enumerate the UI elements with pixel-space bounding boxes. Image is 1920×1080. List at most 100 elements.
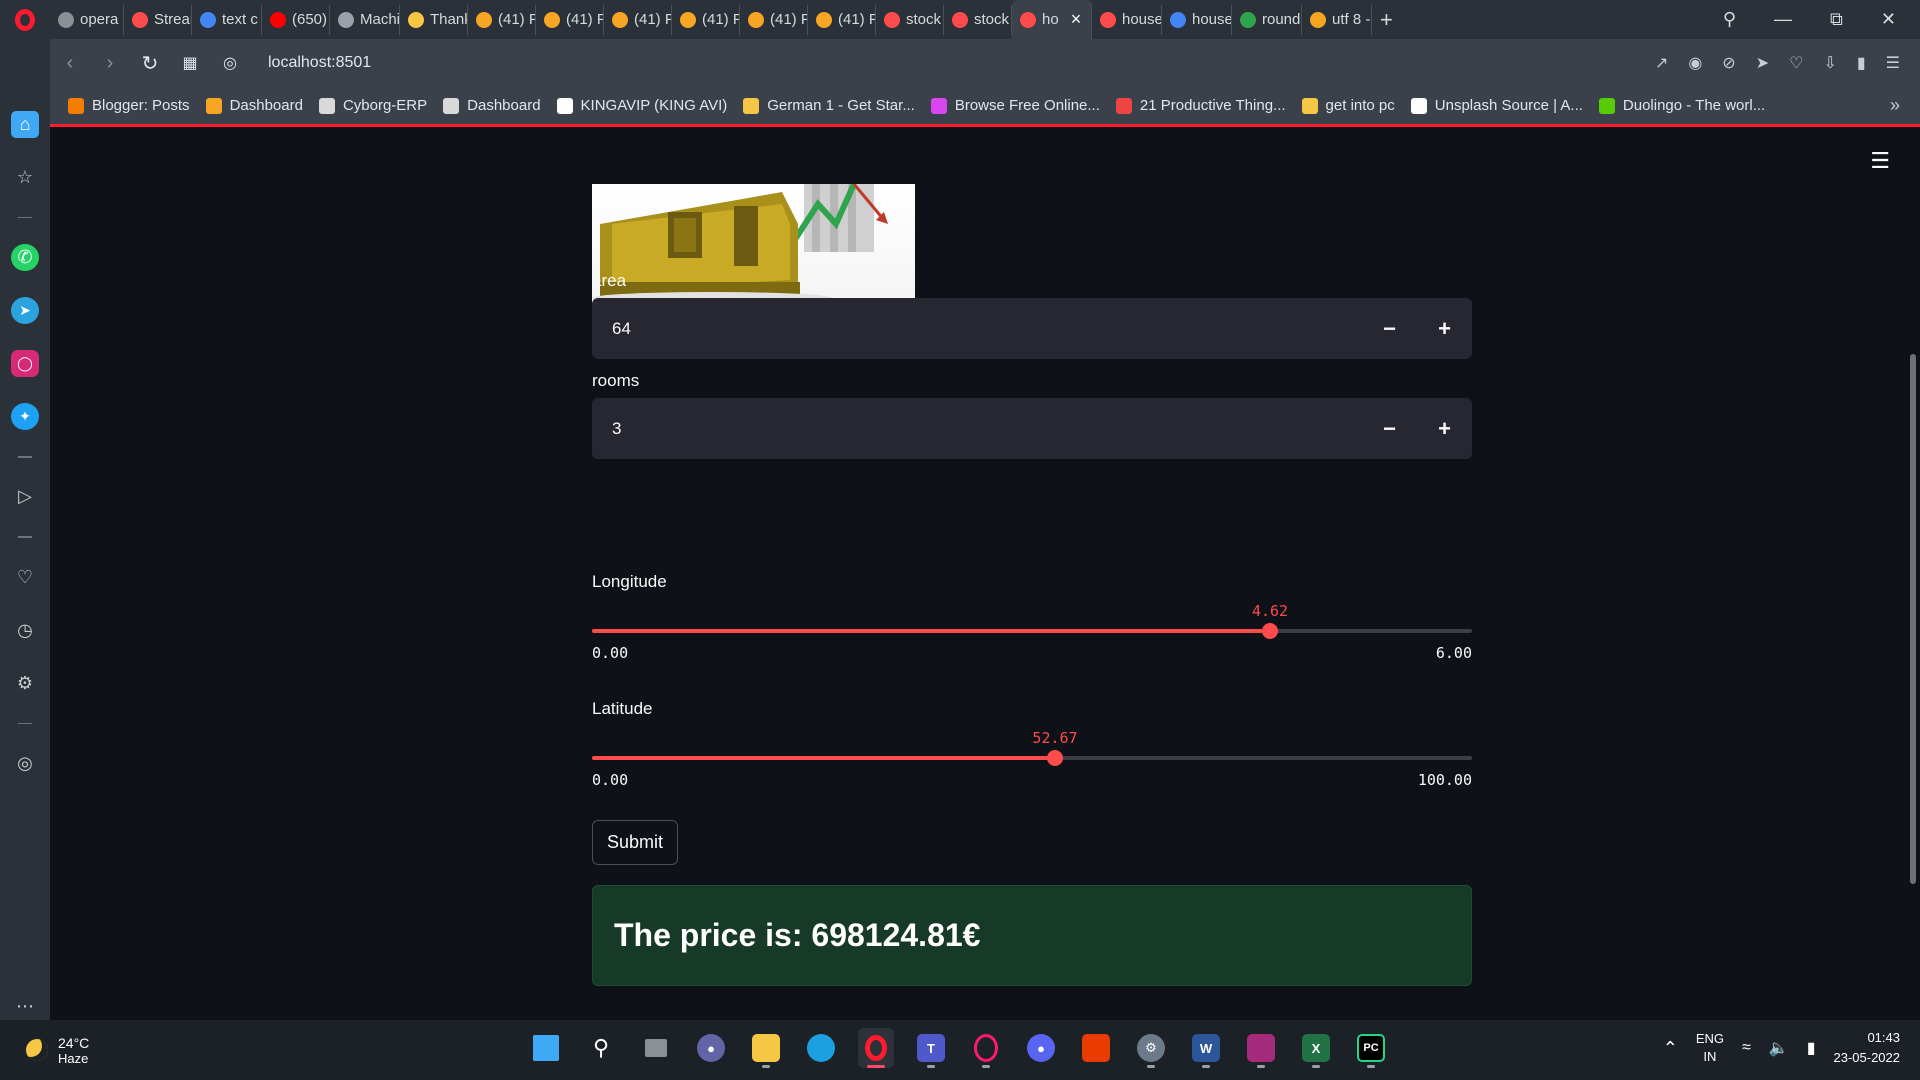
submit-button[interactable]: Submit (592, 820, 679, 865)
close-tab-icon[interactable]: × (1071, 9, 1082, 30)
tips-bulb-icon[interactable]: ◎ (11, 750, 39, 777)
battery-icon[interactable]: ▮ (1807, 1038, 1816, 1058)
browser-tab[interactable]: round (1232, 4, 1302, 35)
bookmark-item[interactable]: Cyborg-ERP (318, 97, 427, 114)
task-view-button[interactable] (638, 1028, 674, 1068)
browser-tab[interactable]: ho × (1012, 0, 1092, 39)
slider-thumb[interactable] (1047, 750, 1063, 766)
opera-menu-button[interactable] (0, 0, 50, 39)
bookmark-item[interactable]: German 1 - Get Star... (743, 97, 915, 114)
bookmark-item[interactable]: Dashboard (205, 97, 303, 114)
bookmark-item[interactable]: 21 Productive Thing... (1115, 97, 1286, 114)
search-button[interactable]: ⚲ (583, 1028, 619, 1068)
adblock-icon[interactable]: ⊘ (1722, 53, 1735, 73)
area-decrement-button[interactable]: − (1362, 298, 1417, 359)
browser-tab[interactable]: house (1092, 4, 1162, 35)
browser-tab[interactable]: stock (876, 4, 944, 35)
home-icon[interactable]: ⌂ (11, 111, 39, 138)
instagram-icon[interactable]: ◯ (11, 350, 39, 377)
area-input-value[interactable]: 64 (592, 319, 1362, 339)
twitter-icon[interactable]: ✦ (11, 402, 39, 430)
bookmarks-overflow-icon[interactable]: » (1890, 95, 1920, 116)
browser-tab[interactable]: (41) Fi (808, 4, 876, 35)
file-explorer-button[interactable] (748, 1028, 784, 1068)
bookmark-item[interactable]: Blogger: Posts (68, 97, 190, 114)
search-tabs-icon[interactable]: ⚲ (1723, 9, 1736, 30)
browser-tab[interactable]: text c (192, 4, 262, 35)
bookmark-item[interactable]: KINGAVIP (KING AVI) (556, 97, 727, 114)
new-tab-button[interactable]: + (1372, 5, 1402, 35)
volume-icon[interactable]: 🔈 (1769, 1038, 1789, 1058)
settings-button[interactable]: ⚙ (1133, 1028, 1169, 1068)
bookmark-item[interactable]: Dashboard (443, 97, 541, 114)
player-icon[interactable]: ▷ (11, 484, 39, 511)
browser-tab[interactable]: (41) Fi (740, 4, 808, 35)
download-icon[interactable]: ⇩ (1823, 53, 1836, 73)
whatsapp-icon[interactable]: ✆ (11, 244, 39, 272)
browser-tab[interactable]: (41) Fi (536, 4, 604, 35)
browser-tab[interactable]: (41) Fi (604, 4, 672, 35)
clock[interactable]: 01:43 23-05-2022 (1834, 1028, 1901, 1068)
browser-tab[interactable]: Machi (330, 4, 400, 35)
easy-setup-icon[interactable]: ☰ (1886, 53, 1900, 73)
teams-button[interactable]: T (913, 1028, 949, 1068)
wifi-icon[interactable]: ≈ (1742, 1039, 1751, 1057)
browser-tab[interactable]: (41) Fi (468, 4, 536, 35)
settings-gear-icon[interactable]: ⚙ (11, 670, 39, 697)
rooms-decrement-button[interactable]: − (1362, 398, 1417, 459)
edge-button[interactable] (803, 1028, 839, 1068)
rooms-input-value[interactable]: 3 (592, 419, 1362, 439)
area-increment-button[interactable]: + (1417, 298, 1472, 359)
start-button[interactable] (528, 1028, 564, 1068)
history-clock-icon[interactable]: ◷ (11, 617, 39, 644)
app-menu-icon[interactable]: ☰ (1870, 148, 1890, 174)
back-button[interactable]: ‹ (50, 52, 90, 75)
browser-tab[interactable]: utf 8 - (1302, 4, 1372, 35)
office-button[interactable] (1078, 1028, 1114, 1068)
more-dots-icon[interactable]: ⋯ (11, 993, 39, 1020)
bookmark-item[interactable]: Unsplash Source | A... (1410, 97, 1583, 114)
tab-grid-icon[interactable]: ▦ (170, 53, 210, 73)
browser-tab[interactable]: opera (50, 4, 124, 35)
browser-tab[interactable]: stock (944, 4, 1012, 35)
winrar-button[interactable] (1243, 1028, 1279, 1068)
browser-tab[interactable]: Thank (400, 4, 468, 35)
heart-icon[interactable]: ♡ (1789, 53, 1803, 73)
word-button[interactable]: W (1188, 1028, 1224, 1068)
tab-title: house (1192, 11, 1232, 28)
share-icon[interactable]: ↗ (1655, 53, 1668, 73)
longitude-slider[interactable]: 4.62 0.00 6.00 (592, 602, 1472, 682)
favorites-heart-icon[interactable]: ♡ (11, 564, 39, 591)
language-indicator[interactable]: ENG IN (1696, 1030, 1724, 1066)
speed-dial-star-icon[interactable]: ☆ (11, 164, 39, 191)
opera-gx-button[interactable] (968, 1028, 1004, 1068)
chat-button[interactable]: ● (693, 1028, 729, 1068)
send-icon[interactable]: ➤ (1756, 53, 1769, 73)
browser-tab[interactable]: house (1162, 4, 1232, 35)
browser-tab[interactable]: Strean (124, 4, 192, 35)
pycharm-button[interactable]: PC (1353, 1028, 1389, 1068)
page-scrollbar[interactable] (1910, 354, 1916, 884)
restore-button[interactable]: ⧉ (1830, 9, 1843, 30)
rooms-increment-button[interactable]: + (1417, 398, 1472, 459)
close-window-button[interactable]: ✕ (1881, 9, 1896, 30)
minimize-button[interactable]: — (1774, 9, 1792, 30)
battery-saver-icon[interactable]: ▮ (1857, 53, 1866, 73)
browser-tab[interactable]: (41) Fi (672, 4, 740, 35)
forward-button[interactable]: › (90, 52, 130, 75)
latitude-slider[interactable]: 52.67 0.00 100.00 (592, 729, 1472, 809)
opera-taskbar-button[interactable] (858, 1028, 894, 1068)
weather-widget[interactable]: 24°C Haze (26, 1035, 89, 1066)
snapshot-icon[interactable]: ◉ (1688, 53, 1702, 73)
bookmark-item[interactable]: Duolingo - The worl... (1598, 97, 1765, 114)
url-field[interactable]: localhost:8501 (268, 54, 371, 72)
excel-button[interactable]: X (1298, 1028, 1334, 1068)
show-hidden-icons-chevron-icon[interactable]: ⌃ (1663, 1038, 1678, 1059)
bookmark-item[interactable]: Browse Free Online... (930, 97, 1100, 114)
telegram-icon[interactable]: ➤ (11, 297, 39, 325)
bookmark-item[interactable]: get into pc (1301, 97, 1395, 114)
slider-thumb[interactable] (1262, 623, 1278, 639)
reload-button[interactable]: ↻ (130, 51, 170, 76)
browser-tab[interactable]: (650) (262, 4, 330, 35)
discord-button[interactable]: ● (1023, 1028, 1059, 1068)
